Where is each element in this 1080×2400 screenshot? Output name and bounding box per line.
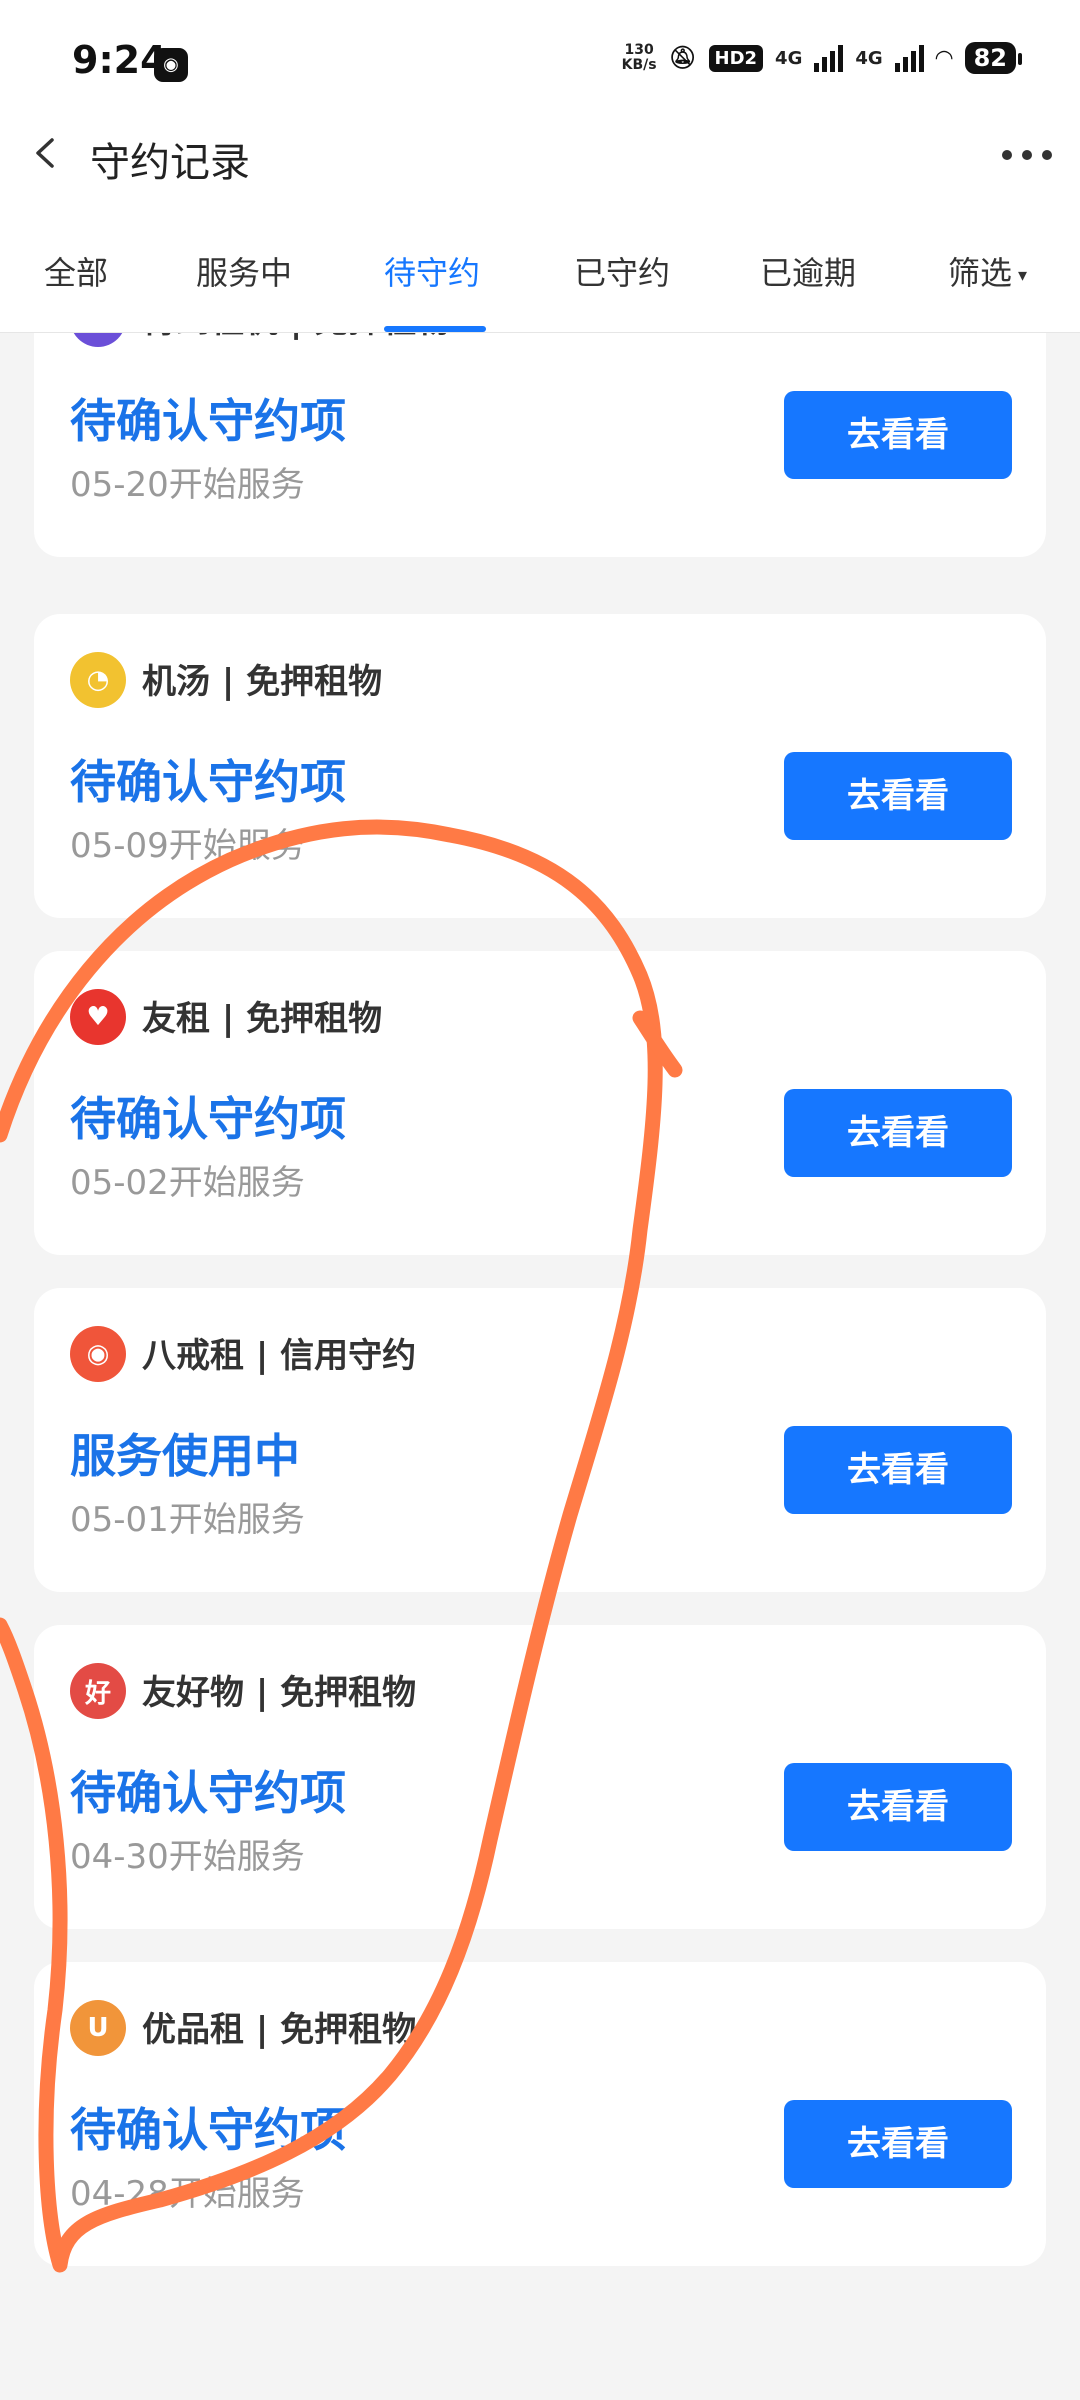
view-button[interactable]: 去看看 [784, 752, 1012, 840]
service-start-date: 05-20开始服务 [70, 465, 305, 505]
pig-icon: ◉ [70, 1326, 126, 1382]
tab-all[interactable]: 全部 [44, 248, 108, 294]
chick-icon: ◔ [70, 652, 126, 708]
record-card-6[interactable]: U 优品租 | 免押租物 待确认守约项 04-28开始服务 去看看 [34, 1962, 1046, 2266]
status-time: 9:24 [72, 38, 167, 82]
merchant-name: 友租 | 免押租物 [142, 999, 383, 1039]
record-card-1[interactable]: ⚡ 待到租机 | 免押租物 待确认守约项 05-20开始服务 去看看 [34, 333, 1046, 557]
caret-down-icon: ▾ [1018, 264, 1028, 286]
merchant-name: 优品租 | 免押租物 [142, 2010, 417, 2050]
merchant-name: 八戒租 | 信用守约 [142, 1336, 417, 1376]
signal-icon-2 [894, 44, 924, 72]
record-status: 待确认守约项 [70, 755, 346, 809]
u-icon: U [70, 2000, 126, 2056]
view-button[interactable]: 去看看 [784, 1089, 1012, 1177]
tab-indicator [384, 326, 486, 332]
hao-icon: 好 [70, 1663, 126, 1719]
lightning-icon: ⚡ [70, 333, 126, 347]
service-start-date: 04-30开始服务 [70, 1837, 305, 1877]
rabbit-icon: ♥ [70, 989, 126, 1045]
view-button[interactable]: 去看看 [784, 2100, 1012, 2188]
mute-bell-icon: 🔕︎ [668, 45, 697, 71]
view-button[interactable]: 去看看 [784, 1763, 1012, 1851]
status-bar: 9:24 ◉ 130 KB/s 🔕︎ HD2 4G 4G ◠ 82 [0, 0, 1080, 120]
service-start-date: 05-02开始服务 [70, 1163, 305, 1203]
tab-filter[interactable]: 筛选 ▾ [948, 248, 1027, 294]
record-status: 服务使用中 [70, 1429, 300, 1483]
record-status: 待确认守约项 [70, 1092, 346, 1146]
status-icons: 130 KB/s 🔕︎ HD2 4G 4G ◠ 82 [621, 42, 1023, 74]
view-button[interactable]: 去看看 [784, 1426, 1012, 1514]
record-status: 待确认守约项 [70, 1766, 346, 1820]
merchant-name: 待到租机 | 免押租物 [142, 333, 450, 342]
filter-label: 筛选 [948, 254, 1013, 292]
tab-fulfilled[interactable]: 已守约 [574, 248, 670, 294]
tab-bar [0, 232, 1080, 333]
battery-indicator: 82 [964, 42, 1023, 74]
hd-badge: HD2 [708, 44, 764, 72]
service-start-date: 05-01开始服务 [70, 1500, 305, 1540]
service-start-date: 05-09开始服务 [70, 826, 305, 866]
view-button[interactable]: 去看看 [784, 391, 1012, 479]
merchant-name: 友好物 | 免押租物 [142, 1673, 417, 1713]
record-card-2[interactable]: ◔ 机汤 | 免押租物 待确认守约项 05-09开始服务 去看看 [34, 614, 1046, 918]
record-status: 待确认守约项 [70, 394, 346, 448]
page-title: 守约记录 [90, 140, 250, 186]
more-icon[interactable] [1002, 150, 1052, 160]
tab-pending[interactable]: 待守约 [384, 248, 480, 294]
tab-overdue[interactable]: 已逾期 [760, 248, 856, 294]
merchant-name: 机汤 | 免押租物 [142, 662, 383, 702]
network-type-2: 4G [855, 47, 883, 69]
tab-in-service[interactable]: 服务中 [196, 248, 292, 294]
record-card-5[interactable]: 好 友好物 | 免押租物 待确认守约项 04-30开始服务 去看看 [34, 1625, 1046, 1929]
signal-icon [814, 44, 844, 72]
record-status: 待确认守约项 [70, 2103, 346, 2157]
record-card-4[interactable]: ◉ 八戒租 | 信用守约 服务使用中 05-01开始服务 去看看 [34, 1288, 1046, 1592]
app-notification-icon: ◉ [154, 48, 188, 82]
record-list[interactable]: ⚡ 待到租机 | 免押租物 待确认守约项 05-20开始服务 去看看 ◔ 机汤 … [0, 333, 1080, 2400]
network-type-1: 4G [775, 47, 803, 69]
network-speed: 130 KB/s [621, 42, 657, 73]
record-card-3[interactable]: ♥ 友租 | 免押租物 待确认守约项 05-02开始服务 去看看 [34, 951, 1046, 1255]
service-start-date: 04-28开始服务 [70, 2174, 305, 2214]
back-arrow-icon[interactable] [30, 136, 64, 170]
wifi-icon: ◠ [935, 45, 953, 71]
